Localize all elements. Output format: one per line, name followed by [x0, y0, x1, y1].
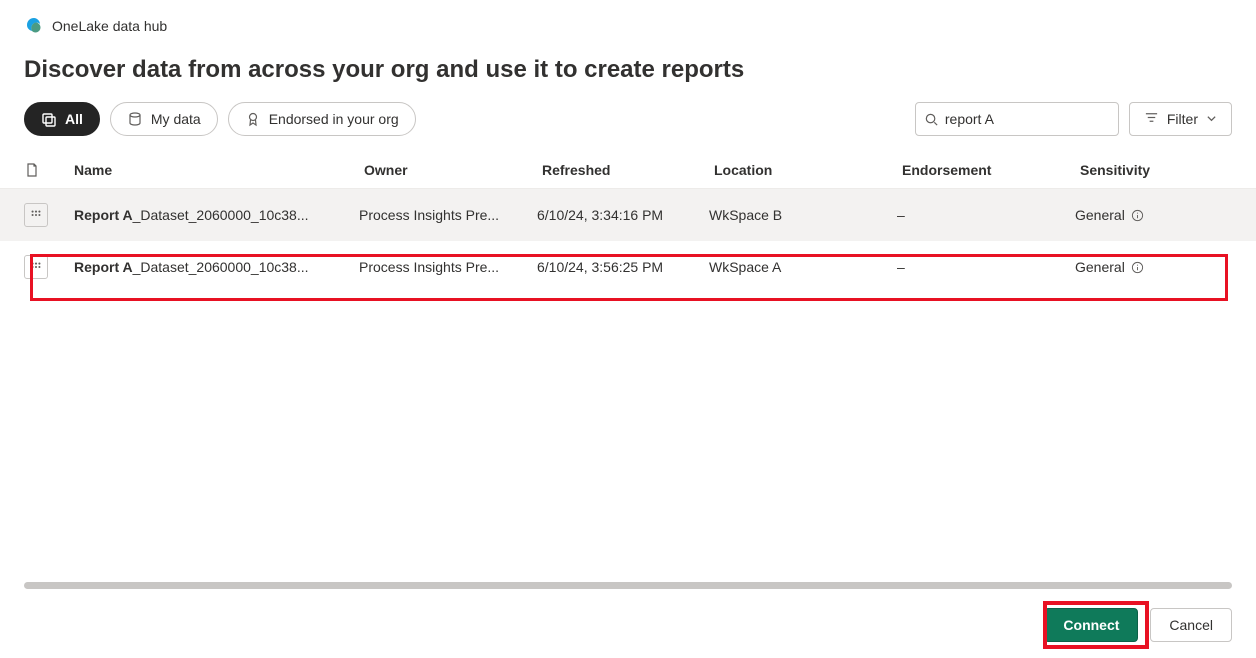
row-name-cell: Report A_Dataset_2060000_10c38...: [74, 207, 359, 223]
tab-my-data-label: My data: [151, 111, 201, 127]
col-type-icon: [24, 162, 74, 178]
toolbar: All My data Endorsed in your org: [0, 102, 1256, 152]
tab-all-label: All: [65, 111, 83, 127]
semantic-model-icon: [24, 203, 48, 227]
tab-endorsed-label: Endorsed in your org: [269, 111, 399, 127]
tab-my-data[interactable]: My data: [110, 102, 218, 136]
connect-button[interactable]: Connect: [1044, 608, 1138, 642]
filter-button[interactable]: Filter: [1129, 102, 1232, 136]
row-location-cell: WkSpace A: [709, 259, 897, 275]
col-owner[interactable]: Owner: [364, 162, 542, 178]
row-sensitivity-cell: General: [1075, 259, 1232, 275]
search-box[interactable]: [915, 102, 1119, 136]
row-refreshed-cell: 6/10/24, 3:56:25 PM: [537, 259, 709, 275]
row-type-cell: [24, 203, 74, 227]
database-icon: [127, 111, 143, 127]
filter-label: Filter: [1167, 111, 1198, 127]
ribbon-icon: [245, 111, 261, 127]
col-name[interactable]: Name: [74, 162, 364, 178]
row-endorsement-cell: –: [897, 207, 1075, 223]
col-sensitivity[interactable]: Sensitivity: [1080, 162, 1232, 178]
scrollbar-thumb[interactable]: [24, 582, 1232, 589]
tab-endorsed[interactable]: Endorsed in your org: [228, 102, 416, 136]
page-heading: Discover data from across your org and u…: [0, 44, 1256, 102]
dialog-footer: Connect Cancel: [1044, 608, 1232, 642]
hub-header: OneLake data hub: [0, 0, 1256, 44]
row-endorsement-cell: –: [897, 259, 1075, 275]
filter-icon: [1144, 110, 1159, 128]
info-icon[interactable]: [1131, 261, 1144, 274]
table-row[interactable]: Report A_Dataset_2060000_10c38... Proces…: [0, 189, 1256, 241]
table-header-row: Name Owner Refreshed Location Endorsemen…: [0, 152, 1256, 189]
onelake-logo-icon: [24, 16, 44, 36]
tab-all[interactable]: All: [24, 102, 100, 136]
row-owner-cell: Process Insights Pre...: [359, 259, 537, 275]
horizontal-scrollbar[interactable]: [24, 582, 1232, 596]
search-input[interactable]: [945, 111, 1126, 127]
row-owner-cell: Process Insights Pre...: [359, 207, 537, 223]
cancel-button[interactable]: Cancel: [1150, 608, 1232, 642]
row-type-cell: [24, 255, 74, 279]
table-row[interactable]: Report A_Dataset_2060000_10c38... Proces…: [0, 241, 1256, 293]
row-name-cell: Report A_Dataset_2060000_10c38...: [74, 259, 359, 275]
chevron-down-icon: [1206, 111, 1217, 127]
stack-icon: [41, 111, 57, 127]
col-refreshed[interactable]: Refreshed: [542, 162, 714, 178]
data-table: Name Owner Refreshed Location Endorsemen…: [0, 152, 1256, 293]
semantic-model-icon: [24, 255, 48, 279]
row-sensitivity-cell: General: [1075, 207, 1232, 223]
info-icon[interactable]: [1131, 209, 1144, 222]
row-refreshed-cell: 6/10/24, 3:34:16 PM: [537, 207, 709, 223]
hub-title: OneLake data hub: [52, 18, 167, 34]
col-location[interactable]: Location: [714, 162, 902, 178]
col-endorsement[interactable]: Endorsement: [902, 162, 1080, 178]
row-location-cell: WkSpace B: [709, 207, 897, 223]
search-icon: [924, 111, 939, 127]
